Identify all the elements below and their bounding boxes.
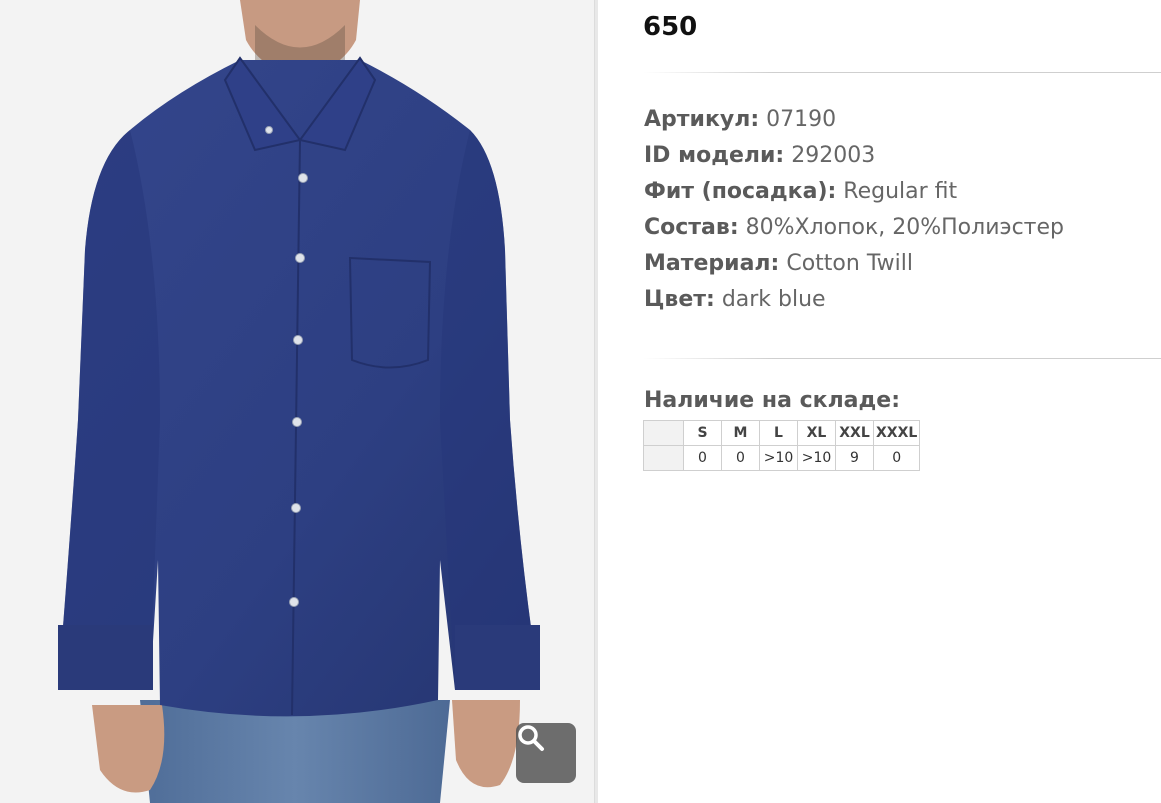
- spec-list: Артикул: 07190 ID модели: 292003 Фит (по…: [644, 102, 1064, 318]
- spec-value: dark blue: [721, 287, 826, 312]
- spec-value: Regular fit: [843, 179, 958, 204]
- stock-table: S M L XL XXL XXXL 0 0 >10 >10 9 0: [643, 420, 921, 471]
- quantity-cell: 0: [721, 445, 760, 471]
- quantity-cell: >10: [759, 445, 798, 471]
- divider: [643, 72, 1161, 73]
- quantity-cell: 9: [835, 445, 874, 471]
- quantity-cell: 0: [872, 445, 921, 471]
- size-header: S: [683, 420, 722, 446]
- spec-value: Cotton Twill: [786, 251, 913, 276]
- spec-label: Фит (посадка):: [644, 179, 837, 204]
- spec-model-id: ID модели: 292003: [644, 138, 1064, 174]
- search-icon: [518, 725, 544, 751]
- spec-fit: Фит (посадка): Regular fit: [644, 174, 1064, 210]
- shirt-photo: [58, 0, 540, 803]
- product-info: 650 Артикул: 07190 ID модели: 292003 Фит…: [598, 0, 1161, 803]
- stock-size-row: S M L XL XXL XXXL: [643, 420, 921, 446]
- divider: [643, 358, 1161, 359]
- spec-article: Артикул: 07190: [644, 102, 1064, 138]
- spec-label: ID модели:: [644, 143, 785, 168]
- quantity-cell: >10: [797, 445, 836, 471]
- size-header: L: [759, 420, 798, 446]
- size-header: XL: [797, 420, 836, 446]
- spec-value: 292003: [791, 143, 876, 168]
- stock-quantity-row: 0 0 >10 >10 9 0: [643, 445, 921, 471]
- table-cell: [643, 420, 684, 446]
- spec-value: 80%Хлопок, 20%Полиэстер: [745, 215, 1064, 240]
- spec-material: Материал: Cotton Twill: [644, 246, 1064, 282]
- product-price: 650: [643, 12, 698, 42]
- table-cell: [643, 445, 684, 471]
- zoom-button[interactable]: [516, 723, 576, 783]
- size-header: M: [721, 420, 760, 446]
- spec-composition: Состав: 80%Хлопок, 20%Полиэстер: [644, 210, 1064, 246]
- spec-value: 07190: [766, 107, 837, 132]
- spec-color: Цвет: dark blue: [644, 282, 1064, 318]
- size-header: XXXL: [872, 420, 921, 446]
- spec-label: Цвет:: [644, 287, 715, 312]
- quantity-cell: 0: [683, 445, 722, 471]
- product-image[interactable]: [0, 0, 594, 803]
- spec-label: Материал:: [644, 251, 780, 276]
- size-header: XXL: [835, 420, 874, 446]
- spec-label: Артикул:: [644, 107, 760, 132]
- stock-title: Наличие на складе:: [644, 388, 901, 413]
- spec-label: Состав:: [644, 215, 739, 240]
